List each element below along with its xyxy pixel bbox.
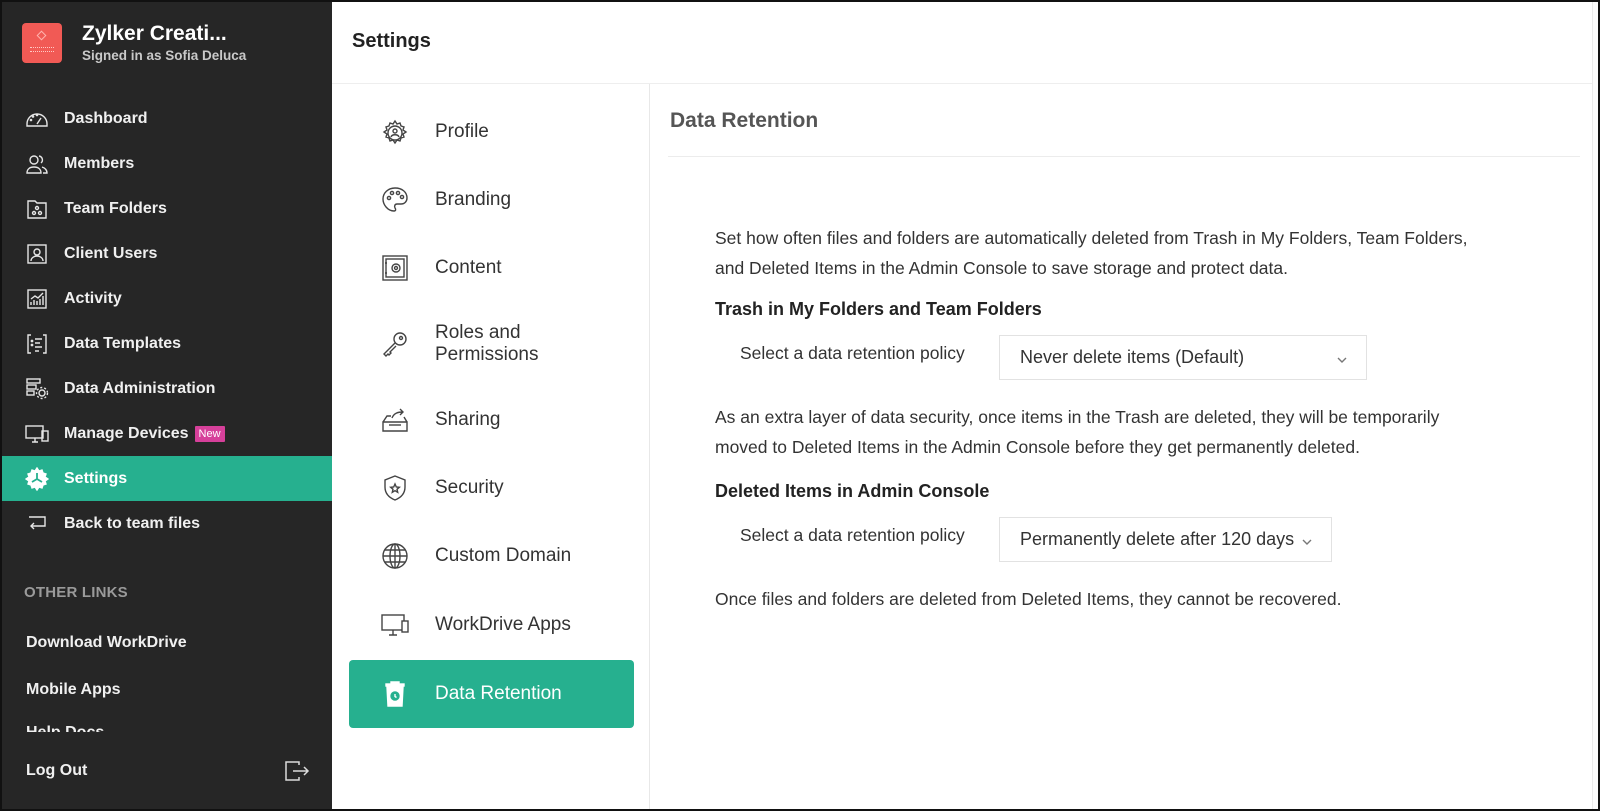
settings-item-label: Content <box>435 257 502 278</box>
deleted-items-policy-label: Select a data retention policy <box>740 525 965 545</box>
sidebar-item-members[interactable]: Members <box>2 141 332 186</box>
logout-link[interactable]: Log Out <box>26 762 87 780</box>
settings-item-custom-domain[interactable]: Custom Domain <box>349 522 634 590</box>
app-window: Zylker Creati... Signed in as Sofia Delu… <box>0 0 1600 811</box>
sidebar-item-label: Members <box>64 154 135 172</box>
sidebar-item-label: Dashboard <box>64 109 148 127</box>
safe-icon <box>379 252 411 284</box>
client-users-icon <box>24 241 50 267</box>
settings-item-label: Roles and Permissions <box>435 322 539 365</box>
settings-item-label: WorkDrive Apps <box>435 614 571 635</box>
globe-icon <box>379 540 411 572</box>
chevron-down-icon <box>1301 532 1313 545</box>
devices-icon <box>379 609 411 641</box>
back-arrow-icon <box>24 511 50 537</box>
sidebar-item-label: Back to team files <box>64 514 201 532</box>
trash-policy-label: Select a data retention policy <box>740 343 965 363</box>
section-title: Data Retention <box>670 109 819 132</box>
dashboard-icon <box>24 106 50 132</box>
manage-devices-icon <box>24 421 50 447</box>
deleted-items-section-heading: Deleted Items in Admin Console <box>715 481 990 501</box>
other-links-heading: OTHER LINKS <box>24 584 128 601</box>
help-link-clipped[interactable]: Help Docs <box>2 724 332 732</box>
new-badge: New <box>194 425 225 442</box>
extra-security-line-1: As an extra layer of data security, once… <box>715 407 1440 427</box>
mobile-apps-link[interactable]: Mobile Apps <box>26 681 121 699</box>
settings-item-roles-and-permissions[interactable]: Roles and Permissions <box>349 310 634 378</box>
palette-icon <box>379 184 411 216</box>
chevron-down-icon <box>1336 350 1348 363</box>
sidebar-item-team-folders[interactable]: Team Folders <box>2 186 332 231</box>
irreversible-note: Once files and folders are deleted from … <box>715 589 1342 609</box>
vertical-scrollbar[interactable] <box>1592 2 1598 809</box>
settings-menu: Profile Branding Content Roles and Permi… <box>332 84 650 809</box>
signed-in-user: Signed in as Sofia Deluca <box>82 48 247 63</box>
intro-line-1: Set how often files and folders are auto… <box>715 228 1468 248</box>
settings-item-security[interactable]: Security <box>349 454 634 522</box>
deleted-items-retention-policy-select[interactable]: Permanently delete after 120 days <box>999 517 1332 562</box>
profile-gear-icon <box>379 116 411 148</box>
sidebar-item-client-users[interactable]: Client Users <box>2 231 332 276</box>
trash-retention-policy-value: Never delete items (Default) <box>1020 347 1245 367</box>
data-retention-panel: Data Retention Set how often files and f… <box>650 84 1592 809</box>
settings-item-label: Security <box>435 477 504 498</box>
trash-clock-icon <box>379 678 411 710</box>
org-header[interactable]: Zylker Creati... Signed in as Sofia Delu… <box>22 22 246 63</box>
settings-header: Settings <box>332 2 1598 84</box>
page-title: Settings <box>352 30 431 52</box>
settings-item-workdrive-apps[interactable]: WorkDrive Apps <box>349 591 634 659</box>
settings-item-label: Data Retention <box>435 683 562 704</box>
settings-item-data-retention[interactable]: Data Retention <box>349 660 634 728</box>
sidebar-item-settings[interactable]: Settings <box>2 456 332 501</box>
data-templates-icon <box>24 331 50 357</box>
sidebar-nav: Dashboard Members Team Folders Client Us… <box>2 96 332 546</box>
sidebar-item-label: Settings <box>64 469 128 487</box>
members-icon <box>24 151 50 177</box>
settings-item-label: Sharing <box>435 409 501 430</box>
sidebar-item-data-administration[interactable]: Data Administration <box>2 366 332 411</box>
extra-security-text: As an extra layer of data security, once… <box>715 402 1535 462</box>
trash-retention-policy-select[interactable]: Never delete items (Default) <box>999 335 1367 380</box>
sidebar-item-data-templates[interactable]: Data Templates <box>2 321 332 366</box>
divider <box>668 156 1580 157</box>
sidebar-item-back-to-team-files[interactable]: Back to team files <box>2 501 332 546</box>
key-icon <box>379 328 411 360</box>
settings-item-label: Custom Domain <box>435 545 572 566</box>
sidebar-item-label: Client Users <box>64 244 158 262</box>
sidebar-item-label: Manage Devices <box>64 424 189 442</box>
sidebar-item-label: Team Folders <box>64 199 167 217</box>
trash-section-heading: Trash in My Folders and Team Folders <box>715 299 1042 319</box>
intro-text: Set how often files and folders are auto… <box>715 223 1535 283</box>
settings-item-label: Profile <box>435 121 489 142</box>
sidebar-item-label: Data Administration <box>64 379 216 397</box>
sidebar-item-label: Data Templates <box>64 334 182 352</box>
data-administration-icon <box>24 376 50 402</box>
sidebar-item-dashboard[interactable]: Dashboard <box>2 96 332 141</box>
team-folders-icon <box>24 196 50 222</box>
settings-item-content[interactable]: Content <box>349 234 634 302</box>
settings-item-sharing[interactable]: Sharing <box>349 386 634 454</box>
share-tray-icon <box>379 404 411 436</box>
sidebar-item-manage-devices[interactable]: Manage Devices New <box>2 411 332 456</box>
sidebar-item-label: Activity <box>64 289 122 307</box>
settings-icon <box>24 466 50 492</box>
activity-icon <box>24 286 50 312</box>
sidebar-item-activity[interactable]: Activity <box>2 276 332 321</box>
deleted-items-retention-policy-value: Permanently delete after 120 days <box>1020 529 1295 549</box>
help-docs-link[interactable]: Help Docs <box>26 724 104 732</box>
org-logo <box>22 22 62 63</box>
logout-icon[interactable] <box>284 760 310 782</box>
shield-star-icon <box>379 472 411 504</box>
sidebar: Zylker Creati... Signed in as Sofia Delu… <box>2 2 332 809</box>
org-name: Zylker Creati... <box>82 22 227 45</box>
settings-item-profile[interactable]: Profile <box>349 98 634 166</box>
download-workdrive-link[interactable]: Download WorkDrive <box>26 634 187 652</box>
extra-security-line-2: moved to Deleted Items in the Admin Cons… <box>715 437 1360 457</box>
settings-item-branding[interactable]: Branding <box>349 166 634 234</box>
settings-item-label: Branding <box>435 189 512 210</box>
intro-line-2: and Deleted Items in the Admin Console t… <box>715 258 1288 278</box>
